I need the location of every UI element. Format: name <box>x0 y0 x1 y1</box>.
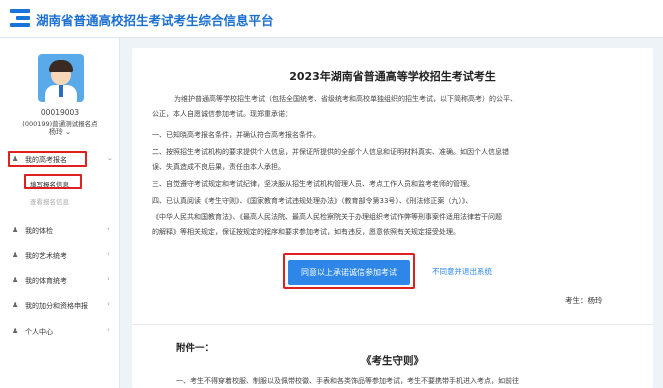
commitment-panel: 2023年湖南省普通高等学校招生考试考生 为维护普通高等学校招生考试（包括全国统… <box>132 48 653 388</box>
agree-button[interactable]: 同意以上承诺诚信参加考试 <box>288 260 410 285</box>
chevron-left-icon: ‹ <box>107 275 110 283</box>
notice-title: 2023年湖南省普通高等学校招生考试考生 <box>289 70 496 83</box>
sidebar-item-art-exam[interactable]: ♟ 我的艺术统考 ‹ <box>0 247 120 265</box>
intro-text: 公正，本人自愿诚信参加考试。现郑重承诺： <box>152 110 292 118</box>
commitment-item: 一、已知晓高考报名条件，并确认符合高考报名条件。 <box>152 131 320 139</box>
person-icon: ♟ <box>12 226 19 234</box>
sidebar-item-sports-exam[interactable]: ♟ 我的体育统考 ‹ <box>0 272 120 290</box>
rules-title: 《考生守则》 <box>361 355 424 367</box>
commitment-item: 二、按照招生考试机构的要求提供个人信息，并保证所提供的全部个人信息和证明材料真实… <box>152 148 509 156</box>
chevron-left-icon: ‹ <box>107 225 110 233</box>
intro-text: 为维护普通高等学校招生考试（包括全国统考、省级统考和高校单独组织的招生考试，以下… <box>174 95 517 103</box>
commitment-item: 《中华人民共和国教育法》、《最高人民法院、最高人民检察院关于办理组织考试作弊等刑… <box>152 213 502 221</box>
commitment-item: 三、自觉遵守考试规定和考试纪律，坚决服从招生考试机构管理人员、考点工作人员和监考… <box>152 180 474 188</box>
user-id: 00019003 <box>40 108 80 117</box>
commitment-item: 的解释》等相关规定，保证按规定的程序和要求参加考试，如有违反，愿意依照有关规定接… <box>152 228 460 236</box>
site-title: 湖南省普通高校招生考试考生综合信息平台 <box>36 13 274 28</box>
chevron-down-icon: ⌄ <box>107 154 113 162</box>
signature: 考生：杨玲 <box>565 296 603 305</box>
divider <box>132 324 653 325</box>
commitment-item: 四、已认真阅读《考生守则》、《国家教育考试违规处理办法》（教育部令第33号）、《… <box>152 197 473 205</box>
person-icon: ♟ <box>12 251 19 259</box>
sidebar: 00019003 (000199)普通测试报名点 杨玲 ⌄ ♟ 我的高考报名 ⌄… <box>0 38 120 388</box>
top-header: 湖南省普通高校招生考试考生综合信息平台 <box>0 0 663 38</box>
platform-logo-icon <box>10 9 30 27</box>
chevron-left-icon: ‹ <box>107 250 110 258</box>
user-name-dropdown[interactable]: 杨玲 ⌄ <box>0 127 120 137</box>
person-icon: ♟ <box>12 327 19 335</box>
attachment-label: 附件一： <box>176 343 215 354</box>
commitment-item: 误、失真造成不良后果，责任由本人承担。 <box>152 163 285 171</box>
rules-text: 一、考生不得穿着校服、制服以及佩带校徽、手表和各类饰品等参加考试，考生不要携带手… <box>176 377 519 385</box>
sidebar-item-personal-center[interactable]: ♟ 个人中心 ‹ <box>0 323 120 341</box>
sidebar-subitem-view-registration[interactable]: 查看报名信息 <box>30 196 90 206</box>
disagree-exit-link[interactable]: 不同意并退出系统 <box>432 266 492 277</box>
person-icon: ♟ <box>12 276 19 284</box>
chevron-left-icon: ‹ <box>107 300 110 308</box>
sidebar-item-bonus-qualification[interactable]: ♟ 我的加分和资格申报 ‹ <box>0 297 120 315</box>
avatar <box>38 54 84 102</box>
highlight-box <box>8 151 87 167</box>
person-icon: ♟ <box>12 301 19 309</box>
chevron-left-icon: ‹ <box>107 326 110 334</box>
highlight-box <box>24 174 82 189</box>
sidebar-item-physical-exam[interactable]: ♟ 我的体检 ‹ <box>0 222 120 240</box>
